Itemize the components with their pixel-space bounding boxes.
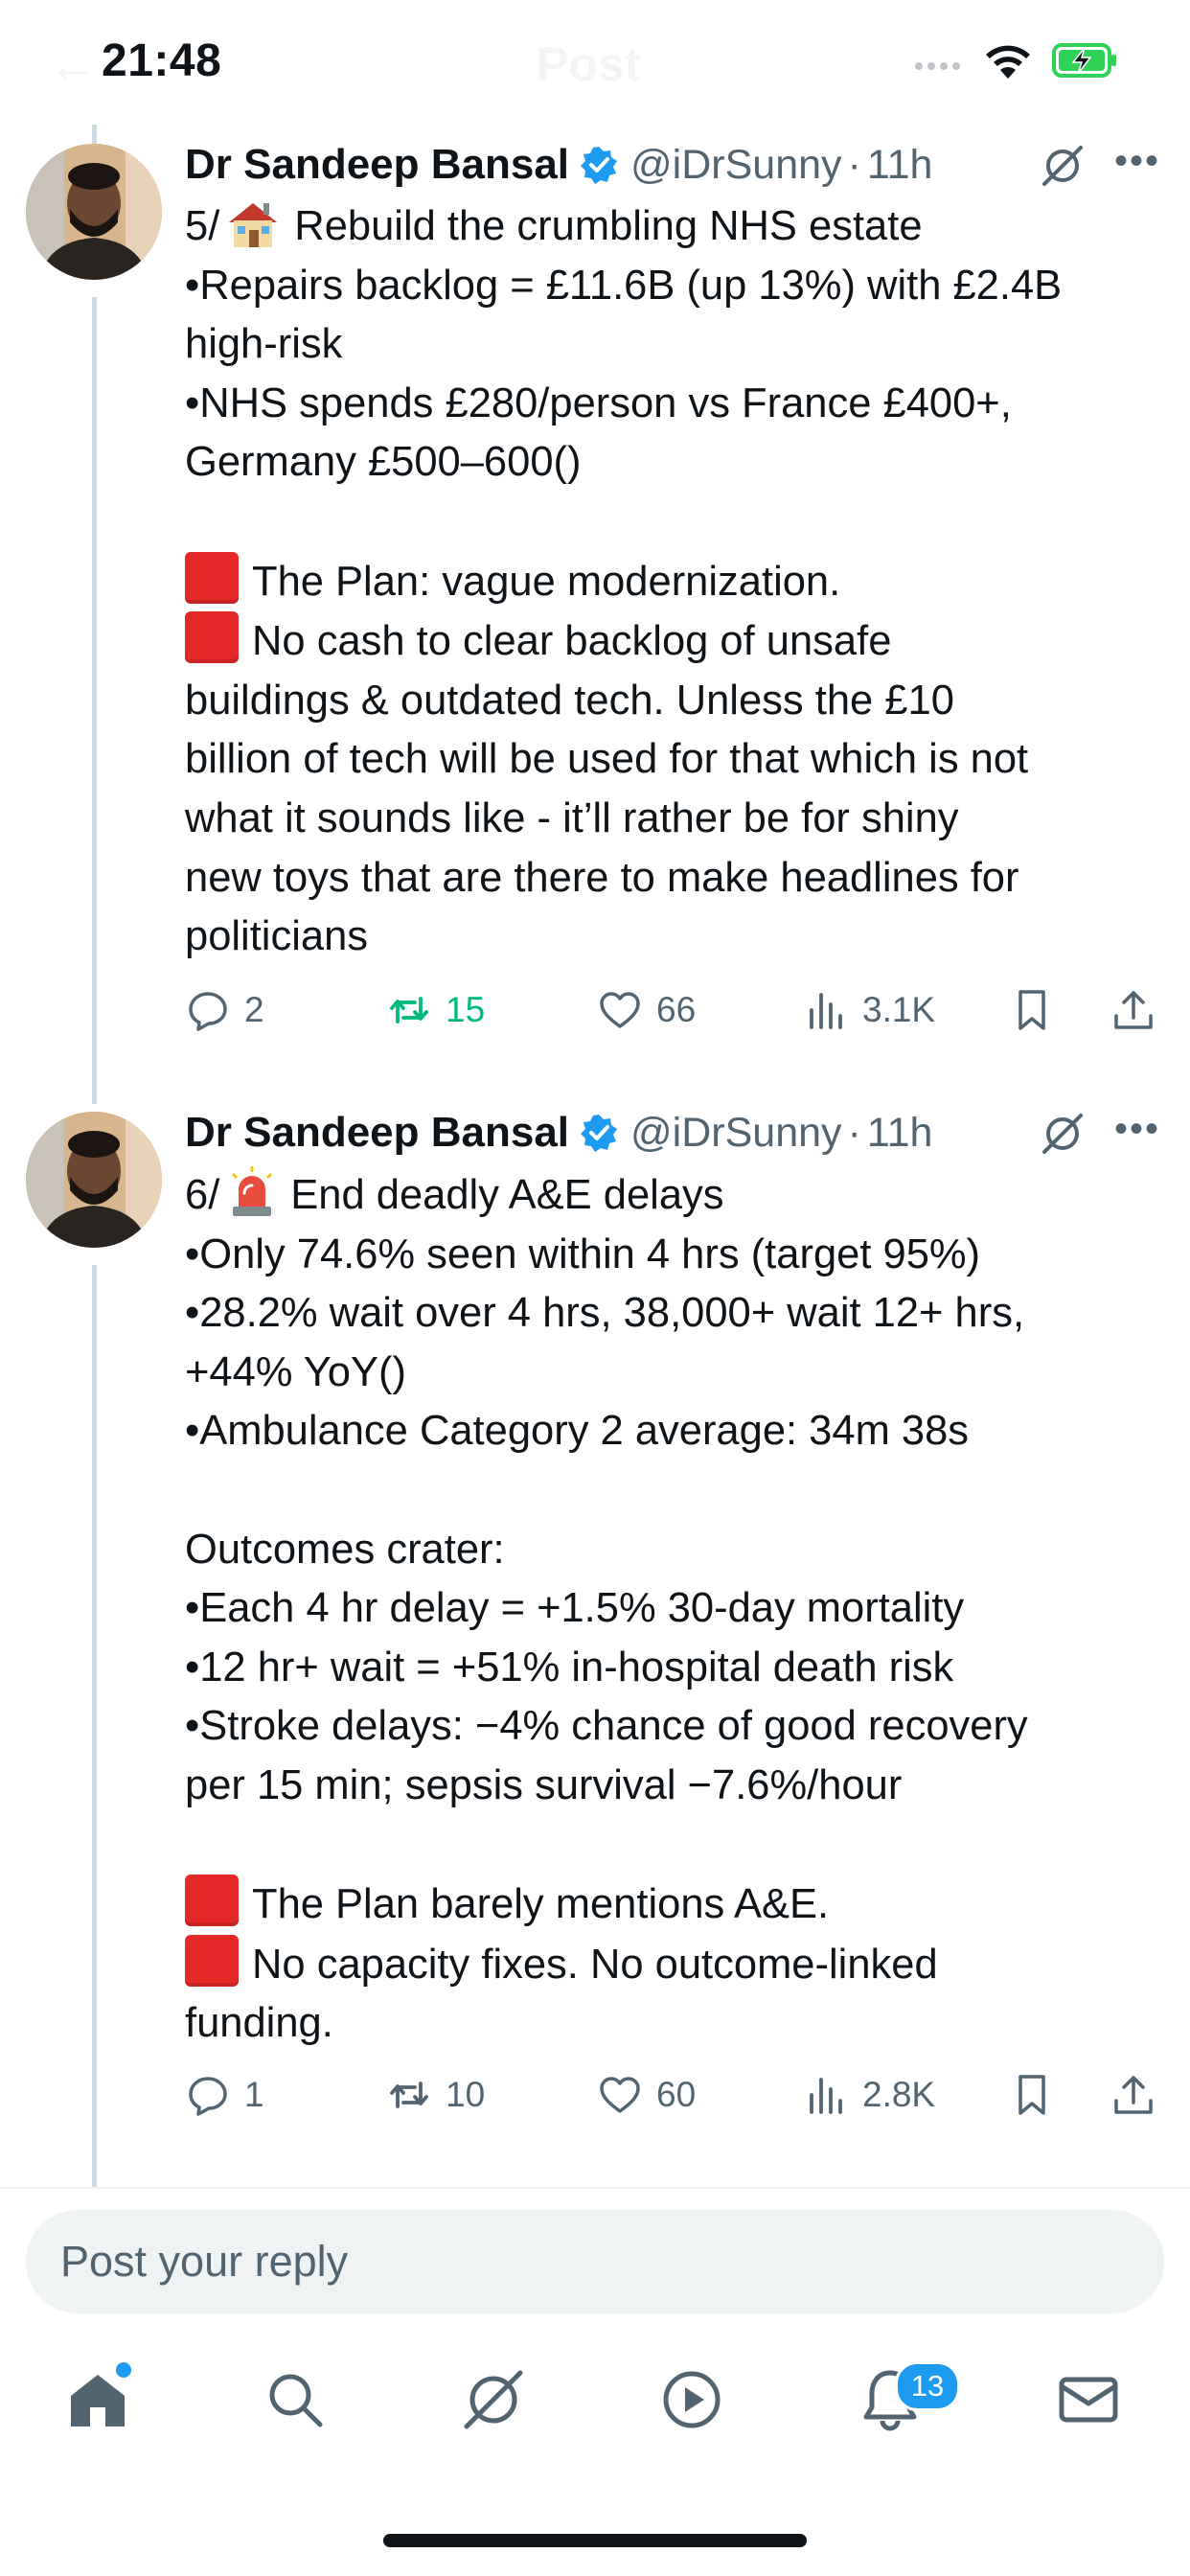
bookmark-button[interactable]: [1009, 987, 1068, 1033]
bookmark-icon: [1018, 990, 1045, 1030]
home-unread-dot: [113, 2359, 134, 2380]
battery-icon: [1052, 43, 1116, 78]
more-options-icon[interactable]: •••: [1114, 140, 1160, 183]
author-handle[interactable]: @iDrSunny: [630, 142, 842, 189]
thread-connector-line: [92, 297, 97, 1104]
verified-badge-icon[interactable]: [579, 1113, 619, 1153]
house-with-garden-icon: [229, 203, 278, 247]
heart-icon: [600, 992, 640, 1028]
share-button[interactable]: [1110, 2072, 1170, 2118]
reply-icon: [189, 992, 227, 1031]
author-name[interactable]: Dr Sandeep Bansal: [185, 1109, 569, 1157]
red-square-icon: [185, 551, 239, 604]
cellular-signal-icon: [915, 58, 965, 75]
status-bar: ← Post 21:48: [0, 0, 1190, 125]
tweet-text: 6/End deadly A&E delays •Only 74.6% seen…: [185, 1164, 1153, 2054]
paragraph: buildings & outdated tech. Unless the £1…: [185, 677, 1029, 960]
red-line: The Plan barely mentions A&E.: [252, 1881, 830, 1928]
reply-count: 2: [244, 990, 264, 1029]
more-options-icon[interactable]: •••: [1114, 1108, 1160, 1151]
share-icon: [1114, 2076, 1153, 2114]
thread-connector-line: [92, 1265, 97, 2187]
author-name[interactable]: Dr Sandeep Bansal: [185, 141, 569, 189]
thread-number: 6/: [185, 1172, 220, 1218]
retweet-icon: [390, 997, 428, 1024]
avatar[interactable]: [26, 144, 162, 280]
like-button[interactable]: 60: [597, 2072, 696, 2118]
reply-button[interactable]: 1: [185, 2072, 264, 2118]
views-icon: [810, 2078, 842, 2114]
views-icon: [810, 993, 842, 1029]
red-square-icon: [185, 1874, 239, 1927]
screen-title: Post: [537, 37, 641, 91]
retweet-button[interactable]: 15: [386, 987, 485, 1033]
bottom-navigation: [0, 2338, 1190, 2472]
views-button[interactable]: 3.1K: [803, 987, 935, 1033]
post-time: 11h: [866, 141, 933, 188]
red-line: No cash to clear backlog of unsafe: [252, 618, 892, 665]
video-icon[interactable]: [657, 2365, 726, 2434]
red-square-icon: [185, 1934, 239, 1987]
messages-icon[interactable]: [1054, 2365, 1123, 2434]
separator-dot: ·: [847, 1109, 861, 1156]
avatar[interactable]: [26, 1112, 162, 1248]
reply-icon: [189, 2077, 227, 2116]
red-square-icon: [185, 611, 239, 664]
wifi-icon: [986, 45, 1030, 79]
reply-input[interactable]: Post your reply: [26, 2210, 1164, 2313]
action-bar: 2 15 66 3.1K: [185, 987, 1162, 1045]
retweet-button[interactable]: 10: [386, 2072, 485, 2118]
like-count: 66: [656, 990, 697, 1029]
separator-dot: ·: [847, 141, 861, 188]
view-count: 2.8K: [862, 2075, 936, 2114]
retweet-count: 15: [446, 990, 486, 1029]
home-indicator[interactable]: [383, 2534, 807, 2547]
paragraph: •Repairs backlog = £11.6B (up 13%) with …: [185, 262, 1063, 486]
author-handle[interactable]: @iDrSunny: [630, 1110, 842, 1157]
back-arrow-icon[interactable]: ←: [48, 36, 98, 94]
police-siren-icon: [232, 1166, 273, 1216]
grok-icon[interactable]: [1041, 144, 1085, 188]
like-count: 60: [656, 2075, 697, 2114]
thread-number: 5/: [185, 203, 220, 249]
grok-icon[interactable]: [1041, 1112, 1085, 1156]
action-bar: 1 10 60 2.8K: [185, 2072, 1162, 2129]
paragraph: funding.: [185, 2000, 333, 2047]
view-count: 3.1K: [862, 990, 936, 1029]
post-time: 11h: [866, 1109, 933, 1156]
like-button[interactable]: 66: [597, 987, 696, 1033]
reply-placeholder: Post your reply: [60, 2237, 349, 2286]
red-line: The Plan: vague modernization.: [252, 558, 841, 605]
views-button[interactable]: 2.8K: [803, 2072, 935, 2118]
share-icon: [1114, 991, 1153, 1029]
notification-badge: 13: [895, 2361, 960, 2411]
verified-badge-icon[interactable]: [579, 145, 619, 185]
retweet-count: 10: [446, 2075, 486, 2114]
bookmark-icon: [1018, 2075, 1045, 2115]
grok-icon[interactable]: [459, 2365, 528, 2434]
share-button[interactable]: [1110, 987, 1170, 1033]
bookmark-button[interactable]: [1009, 2072, 1068, 2118]
red-line: No capacity fixes. No outcome-linked: [252, 1941, 938, 1988]
heart-icon: [600, 2077, 640, 2113]
reply-button[interactable]: 2: [185, 987, 264, 1033]
paragraph: •Only 74.6% seen within 4 hrs (target 95…: [185, 1230, 1028, 1808]
reply-count: 1: [244, 2075, 264, 2114]
retweet-icon: [390, 2082, 428, 2108]
search-icon[interactable]: [261, 2365, 330, 2434]
tweet-header: Dr Sandeep Bansal @iDrSunny · 11h: [185, 1104, 932, 1162]
intro-text: Rebuild the crumbling NHS estate: [294, 203, 923, 249]
divider: [0, 2187, 1190, 2189]
intro-text: End deadly A&E delays: [290, 1172, 724, 1218]
tweet-text: 5/Rebuild the crumbling NHS estate •Repa…: [185, 197, 1153, 967]
tweet-header: Dr Sandeep Bansal @iDrSunny · 11h: [185, 136, 932, 194]
status-time: 21:48: [102, 35, 222, 86]
